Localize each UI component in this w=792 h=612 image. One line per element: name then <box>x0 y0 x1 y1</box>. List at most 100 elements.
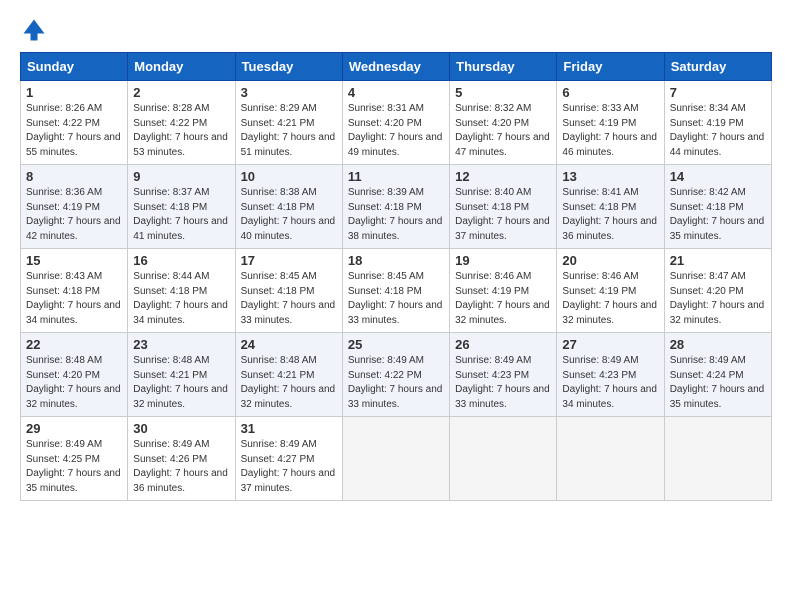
week-row-4: 22 Sunrise: 8:48 AMSunset: 4:20 PMDaylig… <box>21 333 772 417</box>
calendar-cell: 25 Sunrise: 8:49 AMSunset: 4:22 PMDaylig… <box>342 333 449 417</box>
day-info: Sunrise: 8:46 AMSunset: 4:19 PMDaylight:… <box>455 271 550 326</box>
calendar-cell: 27 Sunrise: 8:49 AMSunset: 4:23 PMDaylig… <box>557 333 664 417</box>
day-info: Sunrise: 8:32 AMSunset: 4:20 PMDaylight:… <box>455 103 550 158</box>
day-number: 31 <box>241 421 337 436</box>
calendar-cell: 15 Sunrise: 8:43 AMSunset: 4:18 PMDaylig… <box>21 249 128 333</box>
weekday-header-row: SundayMondayTuesdayWednesdayThursdayFrid… <box>21 53 772 81</box>
calendar-cell: 9 Sunrise: 8:37 AMSunset: 4:18 PMDayligh… <box>128 165 235 249</box>
logo-icon <box>20 16 48 44</box>
weekday-header-saturday: Saturday <box>664 53 771 81</box>
day-info: Sunrise: 8:48 AMSunset: 4:21 PMDaylight:… <box>241 355 336 410</box>
calendar-cell: 22 Sunrise: 8:48 AMSunset: 4:20 PMDaylig… <box>21 333 128 417</box>
page-header <box>20 16 772 44</box>
calendar-cell: 3 Sunrise: 8:29 AMSunset: 4:21 PMDayligh… <box>235 81 342 165</box>
day-info: Sunrise: 8:38 AMSunset: 4:18 PMDaylight:… <box>241 187 336 242</box>
logo <box>20 16 52 44</box>
calendar-cell <box>557 417 664 501</box>
day-info: Sunrise: 8:45 AMSunset: 4:18 PMDaylight:… <box>348 271 443 326</box>
day-number: 23 <box>133 337 229 352</box>
day-info: Sunrise: 8:49 AMSunset: 4:27 PMDaylight:… <box>241 439 336 494</box>
day-info: Sunrise: 8:42 AMSunset: 4:18 PMDaylight:… <box>670 187 765 242</box>
day-number: 15 <box>26 253 122 268</box>
day-number: 30 <box>133 421 229 436</box>
week-row-3: 15 Sunrise: 8:43 AMSunset: 4:18 PMDaylig… <box>21 249 772 333</box>
calendar-cell: 1 Sunrise: 8:26 AMSunset: 4:22 PMDayligh… <box>21 81 128 165</box>
weekday-header-sunday: Sunday <box>21 53 128 81</box>
calendar-cell: 19 Sunrise: 8:46 AMSunset: 4:19 PMDaylig… <box>450 249 557 333</box>
calendar-table: SundayMondayTuesdayWednesdayThursdayFrid… <box>20 52 772 501</box>
day-number: 4 <box>348 85 444 100</box>
day-number: 1 <box>26 85 122 100</box>
day-info: Sunrise: 8:49 AMSunset: 4:25 PMDaylight:… <box>26 439 121 494</box>
day-number: 27 <box>562 337 658 352</box>
day-number: 11 <box>348 169 444 184</box>
day-info: Sunrise: 8:39 AMSunset: 4:18 PMDaylight:… <box>348 187 443 242</box>
calendar-cell: 20 Sunrise: 8:46 AMSunset: 4:19 PMDaylig… <box>557 249 664 333</box>
calendar-cell: 28 Sunrise: 8:49 AMSunset: 4:24 PMDaylig… <box>664 333 771 417</box>
calendar-cell <box>342 417 449 501</box>
calendar-cell: 6 Sunrise: 8:33 AMSunset: 4:19 PMDayligh… <box>557 81 664 165</box>
day-number: 17 <box>241 253 337 268</box>
day-number: 29 <box>26 421 122 436</box>
weekday-header-thursday: Thursday <box>450 53 557 81</box>
calendar-cell: 7 Sunrise: 8:34 AMSunset: 4:19 PMDayligh… <box>664 81 771 165</box>
day-number: 9 <box>133 169 229 184</box>
day-info: Sunrise: 8:45 AMSunset: 4:18 PMDaylight:… <box>241 271 336 326</box>
day-info: Sunrise: 8:37 AMSunset: 4:18 PMDaylight:… <box>133 187 228 242</box>
day-info: Sunrise: 8:49 AMSunset: 4:23 PMDaylight:… <box>562 355 657 410</box>
day-info: Sunrise: 8:49 AMSunset: 4:24 PMDaylight:… <box>670 355 765 410</box>
day-number: 21 <box>670 253 766 268</box>
weekday-header-wednesday: Wednesday <box>342 53 449 81</box>
calendar-cell: 12 Sunrise: 8:40 AMSunset: 4:18 PMDaylig… <box>450 165 557 249</box>
day-info: Sunrise: 8:29 AMSunset: 4:21 PMDaylight:… <box>241 103 336 158</box>
calendar-cell: 29 Sunrise: 8:49 AMSunset: 4:25 PMDaylig… <box>21 417 128 501</box>
calendar-cell: 30 Sunrise: 8:49 AMSunset: 4:26 PMDaylig… <box>128 417 235 501</box>
calendar-cell: 2 Sunrise: 8:28 AMSunset: 4:22 PMDayligh… <box>128 81 235 165</box>
weekday-header-tuesday: Tuesday <box>235 53 342 81</box>
day-number: 18 <box>348 253 444 268</box>
day-number: 14 <box>670 169 766 184</box>
day-number: 10 <box>241 169 337 184</box>
day-info: Sunrise: 8:48 AMSunset: 4:20 PMDaylight:… <box>26 355 121 410</box>
day-info: Sunrise: 8:41 AMSunset: 4:18 PMDaylight:… <box>562 187 657 242</box>
day-info: Sunrise: 8:31 AMSunset: 4:20 PMDaylight:… <box>348 103 443 158</box>
calendar-cell: 26 Sunrise: 8:49 AMSunset: 4:23 PMDaylig… <box>450 333 557 417</box>
day-info: Sunrise: 8:40 AMSunset: 4:18 PMDaylight:… <box>455 187 550 242</box>
calendar-cell <box>450 417 557 501</box>
day-number: 7 <box>670 85 766 100</box>
day-number: 25 <box>348 337 444 352</box>
weekday-header-friday: Friday <box>557 53 664 81</box>
day-number: 19 <box>455 253 551 268</box>
day-info: Sunrise: 8:36 AMSunset: 4:19 PMDaylight:… <box>26 187 121 242</box>
day-number: 22 <box>26 337 122 352</box>
calendar-cell: 8 Sunrise: 8:36 AMSunset: 4:19 PMDayligh… <box>21 165 128 249</box>
calendar-cell: 13 Sunrise: 8:41 AMSunset: 4:18 PMDaylig… <box>557 165 664 249</box>
week-row-5: 29 Sunrise: 8:49 AMSunset: 4:25 PMDaylig… <box>21 417 772 501</box>
day-info: Sunrise: 8:46 AMSunset: 4:19 PMDaylight:… <box>562 271 657 326</box>
day-number: 8 <box>26 169 122 184</box>
calendar-cell: 10 Sunrise: 8:38 AMSunset: 4:18 PMDaylig… <box>235 165 342 249</box>
day-info: Sunrise: 8:44 AMSunset: 4:18 PMDaylight:… <box>133 271 228 326</box>
day-info: Sunrise: 8:28 AMSunset: 4:22 PMDaylight:… <box>133 103 228 158</box>
day-number: 6 <box>562 85 658 100</box>
calendar-cell: 5 Sunrise: 8:32 AMSunset: 4:20 PMDayligh… <box>450 81 557 165</box>
week-row-1: 1 Sunrise: 8:26 AMSunset: 4:22 PMDayligh… <box>21 81 772 165</box>
day-number: 12 <box>455 169 551 184</box>
calendar-cell: 18 Sunrise: 8:45 AMSunset: 4:18 PMDaylig… <box>342 249 449 333</box>
calendar-cell: 16 Sunrise: 8:44 AMSunset: 4:18 PMDaylig… <box>128 249 235 333</box>
day-info: Sunrise: 8:49 AMSunset: 4:26 PMDaylight:… <box>133 439 228 494</box>
day-number: 28 <box>670 337 766 352</box>
day-info: Sunrise: 8:49 AMSunset: 4:23 PMDaylight:… <box>455 355 550 410</box>
day-number: 13 <box>562 169 658 184</box>
day-info: Sunrise: 8:47 AMSunset: 4:20 PMDaylight:… <box>670 271 765 326</box>
calendar-cell: 11 Sunrise: 8:39 AMSunset: 4:18 PMDaylig… <box>342 165 449 249</box>
day-info: Sunrise: 8:33 AMSunset: 4:19 PMDaylight:… <box>562 103 657 158</box>
day-number: 24 <box>241 337 337 352</box>
week-row-2: 8 Sunrise: 8:36 AMSunset: 4:19 PMDayligh… <box>21 165 772 249</box>
day-info: Sunrise: 8:49 AMSunset: 4:22 PMDaylight:… <box>348 355 443 410</box>
day-number: 26 <box>455 337 551 352</box>
calendar-cell: 14 Sunrise: 8:42 AMSunset: 4:18 PMDaylig… <box>664 165 771 249</box>
day-info: Sunrise: 8:48 AMSunset: 4:21 PMDaylight:… <box>133 355 228 410</box>
day-info: Sunrise: 8:26 AMSunset: 4:22 PMDaylight:… <box>26 103 121 158</box>
calendar-cell: 24 Sunrise: 8:48 AMSunset: 4:21 PMDaylig… <box>235 333 342 417</box>
